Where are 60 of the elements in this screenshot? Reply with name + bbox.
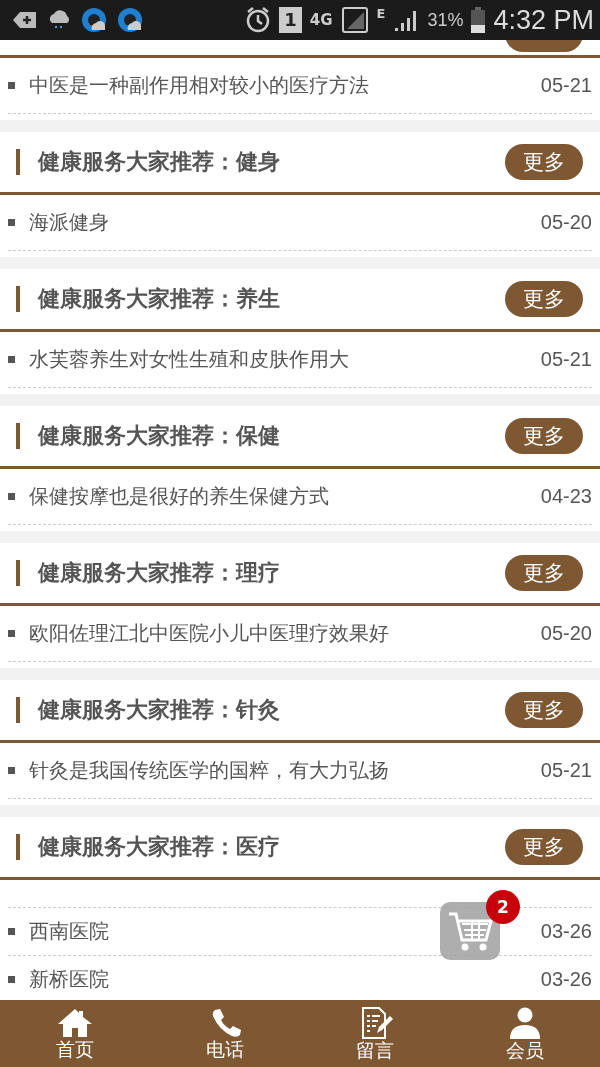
section-title: 健康服务大家推荐：保健 <box>38 422 280 450</box>
cart-button[interactable] <box>440 902 500 960</box>
article-link[interactable]: 水芙蓉养生对女性生殖和皮肤作用大 <box>29 346 349 373</box>
article-date: 05-21 <box>540 759 592 782</box>
battery-level: 31% <box>427 9 464 31</box>
heading-marker <box>16 149 20 175</box>
bullet-icon <box>8 356 15 363</box>
alarm-icon <box>245 6 272 34</box>
bullet-icon <box>8 493 15 500</box>
article-date: 05-20 <box>540 622 592 645</box>
heading-marker <box>16 560 20 586</box>
nav-item[interactable]: 会员 <box>485 1006 565 1061</box>
bullet-icon <box>8 928 15 935</box>
article-date: 03-26 <box>540 920 592 943</box>
heading-marker <box>16 834 20 860</box>
heading-marker <box>16 286 20 312</box>
article-link[interactable]: 保健按摩也是很好的养生保健方式 <box>29 483 329 510</box>
home-icon <box>57 1007 93 1038</box>
section-title: 健康服务大家推荐：理疗 <box>38 559 280 587</box>
app-icon <box>80 6 108 34</box>
more-button[interactable]: 更多 <box>505 418 583 454</box>
nav-item[interactable]: 首页 <box>35 1007 115 1060</box>
nav-item[interactable]: 电话 <box>185 1007 265 1060</box>
article-link[interactable]: 海派健身 <box>29 209 109 236</box>
section-title: 健康服务大家推荐：医疗 <box>38 833 280 861</box>
article-date: 05-21 <box>540 74 592 97</box>
bullet-icon <box>8 630 15 637</box>
more-button[interactable]: 更多 <box>505 144 583 180</box>
network-type: E <box>376 6 386 21</box>
bullet-icon <box>8 219 15 226</box>
heading-marker <box>16 423 20 449</box>
section-title: 健康服务大家推荐：针灸 <box>38 696 280 724</box>
article-date: 04-23 <box>540 485 592 508</box>
sim-indicator: 1 <box>279 7 302 33</box>
bullet-icon <box>8 767 15 774</box>
article-link[interactable]: 欧阳佐理江北中医院小儿中医理疗效果好 <box>29 620 389 647</box>
network-type: 4G <box>309 11 333 29</box>
app-icon <box>116 6 144 34</box>
more-button[interactable]: 更多 <box>505 692 583 728</box>
clock: 4:32 PM <box>493 4 594 36</box>
more-button[interactable]: 更多 <box>505 829 583 865</box>
bullet-icon <box>8 82 15 89</box>
section-title: 健康服务大家推荐：健身 <box>38 148 280 176</box>
article-date: 05-21 <box>540 348 592 371</box>
notification-icon <box>12 10 38 30</box>
person-icon <box>507 1006 543 1039</box>
more-button[interactable]: 更多 <box>505 555 583 591</box>
article-date: 05-20 <box>540 211 592 234</box>
signal-icon <box>340 6 369 34</box>
article-link[interactable]: 中医是一种副作用相对较小的医疗方法 <box>29 72 369 99</box>
bullet-icon <box>8 976 15 983</box>
more-button[interactable]: 更多 <box>505 281 583 317</box>
battery-icon <box>471 7 486 33</box>
article-date: 03-26 <box>540 968 592 991</box>
article-link[interactable]: 西南医院 <box>29 918 109 945</box>
section-title: 健康服务大家推荐：养生 <box>38 285 280 313</box>
heading-marker <box>16 697 20 723</box>
article-link[interactable]: 新桥医院 <box>29 966 109 993</box>
nav-item[interactable]: 留言 <box>335 1006 415 1061</box>
article-link[interactable]: 针灸是我国传统医学的国粹，有大力弘扬 <box>29 757 389 784</box>
